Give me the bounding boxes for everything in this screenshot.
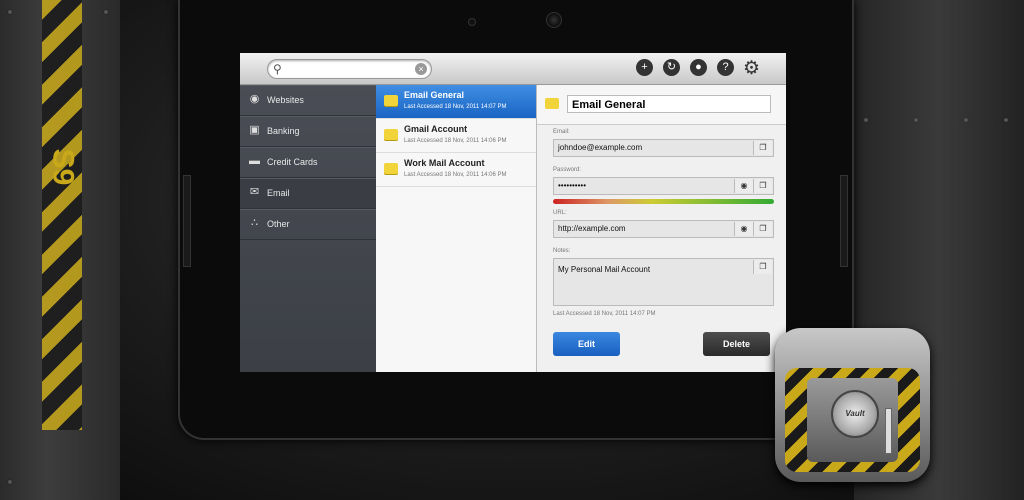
- sidebar-item-label: Credit Cards: [267, 157, 318, 167]
- app-screen: ⚲ × + ↻ ● ? ⚙ ◉ Websites ▣ Banking ▬ Cre…: [240, 53, 786, 372]
- settings-icon[interactable]: ⚙: [743, 57, 760, 80]
- email-label: Email:: [553, 129, 570, 135]
- toolbar: ⚲ × + ↻ ● ? ⚙: [240, 53, 786, 85]
- detail-header: Email General: [537, 85, 786, 125]
- entry-timestamp: Last Accessed 18 Nov, 2011 14:06 PM: [404, 138, 507, 144]
- search-box[interactable]: ⚲ ×: [267, 59, 432, 79]
- hazard-stripes: [42, 0, 82, 430]
- list-item[interactable]: Gmail Account Last Accessed 18 Nov, 2011…: [376, 119, 536, 153]
- sidebar-item-label: Banking: [267, 126, 300, 136]
- sidebar-item-label: Websites: [267, 95, 304, 105]
- globe-icon[interactable]: ◉: [734, 222, 753, 236]
- notes-value: My Personal Mail Account: [558, 265, 651, 274]
- sidebar-item-websites[interactable]: ◉ Websites: [240, 85, 376, 116]
- entry-name: Work Mail Account: [404, 158, 485, 168]
- sidebar-item-credit-cards[interactable]: ▬ Credit Cards: [240, 147, 376, 178]
- tablet-side-button: [183, 175, 191, 267]
- sidebar-item-banking[interactable]: ▣ Banking: [240, 116, 376, 147]
- url-field[interactable]: http://example.com ◉ ❐: [553, 220, 774, 238]
- vault-door: Vault: [807, 378, 898, 462]
- email-field[interactable]: johndoe@example.com ❐: [553, 139, 774, 157]
- folder-icon: [384, 129, 398, 140]
- password-field[interactable]: •••••••••• ◉ ❐: [553, 177, 774, 195]
- sidebar-item-other[interactable]: ∴ Other: [240, 209, 376, 240]
- credit-card-icon: ▬: [249, 155, 260, 167]
- copy-icon[interactable]: ❐: [753, 179, 772, 193]
- entry-title-field[interactable]: Email General: [567, 95, 771, 113]
- search-input[interactable]: [290, 61, 414, 75]
- notes-label: Notes:: [553, 248, 571, 254]
- folder-icon: [545, 98, 559, 109]
- last-accessed-text: Last Accessed 18 Nov, 2011 14:07 PM: [553, 311, 656, 317]
- sidebar-item-label: Email: [267, 188, 290, 198]
- search-icon: ⚲: [273, 62, 282, 76]
- rivet: [104, 10, 108, 14]
- camera-lens: [546, 12, 562, 28]
- rivet: [8, 480, 12, 484]
- entry-name: Gmail Account: [404, 124, 468, 134]
- rivet: [1004, 118, 1008, 122]
- password-value: ••••••••••: [558, 181, 587, 190]
- clear-search-icon[interactable]: ×: [415, 63, 427, 75]
- entry-list: Email General Last Accessed 18 Nov, 2011…: [376, 85, 537, 372]
- notes-field[interactable]: My Personal Mail Account ❐: [553, 258, 774, 306]
- vault-app-icon: Vault: [775, 328, 930, 482]
- lock-icon[interactable]: ●: [690, 59, 707, 76]
- password-strength-bar: [553, 199, 774, 204]
- dots-icon: ∴: [251, 217, 258, 229]
- brand-logo: S9: [46, 148, 80, 186]
- detail-panel: Email General Email: johndoe@example.com…: [537, 85, 786, 372]
- folder-icon: [384, 95, 398, 106]
- rivet: [864, 118, 868, 122]
- rivet: [964, 118, 968, 122]
- list-item[interactable]: Work Mail Account Last Accessed 18 Nov, …: [376, 153, 536, 187]
- list-item[interactable]: Email General Last Accessed 18 Nov, 2011…: [376, 85, 536, 119]
- add-icon[interactable]: +: [636, 59, 653, 76]
- email-value: johndoe@example.com: [558, 143, 643, 152]
- entry-timestamp: Last Accessed 18 Nov, 2011 14:07 PM: [404, 104, 507, 110]
- url-label: URL:: [553, 210, 567, 216]
- sidebar-item-label: Other: [267, 219, 290, 229]
- left-metal-panel: S9: [0, 0, 120, 500]
- eye-icon[interactable]: ◉: [734, 179, 753, 193]
- password-label: Password:: [553, 167, 582, 173]
- copy-icon[interactable]: ❐: [753, 222, 772, 236]
- envelope-icon: ✉: [249, 186, 260, 198]
- edit-button[interactable]: Edit: [553, 332, 620, 356]
- url-value: http://example.com: [558, 224, 626, 233]
- entry-name: Email General: [404, 90, 465, 100]
- sync-icon[interactable]: ↻: [663, 59, 680, 76]
- tablet-side-button: [840, 175, 848, 267]
- copy-icon[interactable]: ❐: [753, 260, 772, 274]
- entry-timestamp: Last Accessed 18 Nov, 2011 14:06 PM: [404, 172, 507, 178]
- camera-sensor: [468, 18, 476, 26]
- rivet: [8, 10, 12, 14]
- hazard-frame: Vault: [785, 368, 920, 472]
- category-sidebar: ◉ Websites ▣ Banking ▬ Credit Cards ✉ Em…: [240, 85, 376, 372]
- rivet: [914, 118, 918, 122]
- safe-icon: ▣: [249, 124, 260, 136]
- vault-dial: Vault: [831, 390, 879, 438]
- folder-icon: [384, 163, 398, 174]
- copy-icon[interactable]: ❐: [753, 141, 772, 155]
- delete-button[interactable]: Delete: [703, 332, 770, 356]
- vault-hinge: [885, 408, 892, 454]
- sidebar-item-email[interactable]: ✉ Email: [240, 178, 376, 209]
- help-icon[interactable]: ?: [717, 59, 734, 76]
- globe-icon: ◉: [249, 93, 260, 105]
